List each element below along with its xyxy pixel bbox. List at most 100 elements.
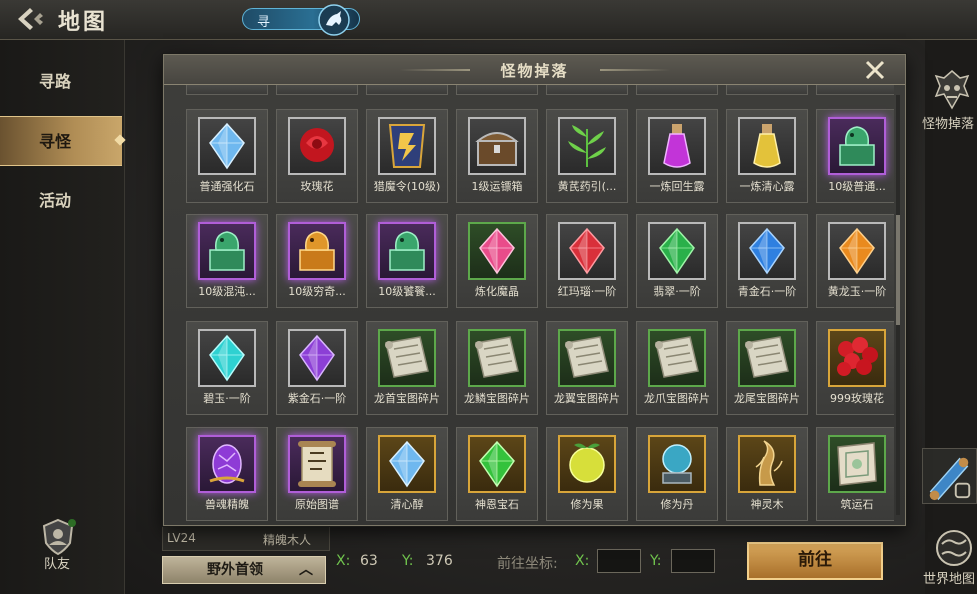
item-name: 原始图谱	[295, 498, 339, 511]
partial-item-cell[interactable]	[636, 85, 718, 95]
teammate-shield-icon[interactable]	[38, 517, 78, 557]
item-name: 筑运石	[840, 498, 874, 511]
item-name: 10级普通...	[828, 180, 886, 193]
drop-item-cell[interactable]: 神恩宝石	[456, 427, 538, 521]
sidebar-item-label: 寻路	[38, 72, 71, 91]
drop-item-cell[interactable]: 一炼回生露	[636, 109, 718, 203]
sidebar-item-pathfind[interactable]: 寻路	[0, 57, 122, 107]
fruit-icon	[569, 443, 605, 483]
drop-item-cell[interactable]: 1级运镖箱	[456, 109, 538, 203]
blue-crystal-icon	[209, 122, 245, 170]
go-button[interactable]: 前往	[747, 542, 883, 580]
drop-item-cell[interactable]: 修为丹	[636, 427, 718, 521]
drop-item-cell[interactable]: 黄龙玉·一阶	[816, 214, 894, 308]
goto-x-input[interactable]	[597, 549, 641, 573]
drop-item-cell[interactable]: 一炼清心露	[726, 109, 808, 203]
monster-target-box[interactable]: LV24 精魄木人	[162, 525, 330, 551]
coord-y-label: Y:	[402, 553, 414, 569]
goto-coord-label: 前往坐标:	[497, 556, 558, 572]
drop-item-cell[interactable]: 翡翠·一阶	[636, 214, 718, 308]
partial-item-cell[interactable]	[816, 85, 894, 95]
item-name: 999玫瑰花	[830, 392, 884, 405]
partial-item-cell[interactable]	[186, 85, 268, 95]
item-name: 10级穷奇...	[288, 285, 346, 298]
drop-item-cell[interactable]: 筑运石	[816, 427, 894, 521]
scrollbar[interactable]	[896, 95, 900, 515]
drop-item-cell[interactable]: 龙爪宝图碎片	[636, 321, 718, 415]
red-gem-icon	[569, 227, 605, 275]
close-icon[interactable]	[864, 59, 886, 81]
drop-item-cell[interactable]: 黄芪药引(...	[546, 109, 628, 203]
drop-item-cell[interactable]: 青金石·一阶	[726, 214, 808, 308]
jade-seal-icon	[389, 231, 425, 271]
partial-item-cell[interactable]	[276, 85, 358, 95]
drop-item-cell[interactable]: 10级穷奇...	[276, 214, 358, 308]
drop-item-cell[interactable]: 普通强化石	[186, 109, 268, 203]
drop-item-cell[interactable]: 碧玉·一阶	[186, 321, 268, 415]
herb-icon	[568, 125, 606, 167]
drop-item-cell[interactable]: 10级混沌...	[186, 214, 268, 308]
token-icon	[388, 124, 426, 168]
search-tab-label: 寻	[257, 15, 271, 30]
drop-item-grid[interactable]: 普通强化石 玫瑰花 猎魔令(10级) 1级运镖箱 黄芪药引(... 一炼回生露 一炼清心露 1…	[174, 85, 894, 521]
partial-item-cell[interactable]	[456, 85, 538, 95]
orange-gem-icon	[839, 227, 875, 275]
drop-item-cell[interactable]: 玫瑰花	[276, 109, 358, 203]
map-scroll-icon	[565, 336, 609, 378]
item-icon-frame	[198, 329, 256, 387]
ancient-scroll-icon	[298, 441, 336, 487]
jade-seal-icon	[209, 231, 245, 271]
back-arrow-icon[interactable]	[14, 5, 48, 33]
page-title: 地图	[58, 10, 109, 35]
partial-item-cell[interactable]	[366, 85, 448, 95]
item-name: 红玛瑙·一阶	[557, 285, 617, 298]
partial-item-cell[interactable]	[546, 85, 628, 95]
item-icon-frame	[738, 117, 796, 175]
item-name: 龙首宝图碎片	[374, 392, 440, 405]
drop-item-cell[interactable]: 龙鳞宝图碎片	[456, 321, 538, 415]
item-icon-frame	[198, 117, 256, 175]
world-map-icon[interactable]	[934, 528, 974, 568]
goto-y-input[interactable]	[671, 549, 715, 573]
chevron-up-icon: ︿	[299, 562, 313, 578]
wood-icon	[755, 440, 783, 486]
rose-bouquet-icon	[837, 337, 878, 376]
drop-item-cell[interactable]: 原始图谱	[276, 427, 358, 521]
field-boss-button[interactable]: 野外首领 ︿	[162, 556, 326, 584]
drop-item-cell[interactable]: 修为果	[546, 427, 628, 521]
drop-item-cell[interactable]: 10级普通...	[816, 109, 894, 203]
drop-item-cell[interactable]: 神灵木	[726, 427, 808, 521]
item-icon-frame	[648, 117, 706, 175]
teleport-scroll-item[interactable]	[922, 448, 977, 504]
drop-item-cell[interactable]: 清心醇	[366, 427, 448, 521]
item-name: 碧玉·一阶	[203, 392, 251, 405]
item-icon-frame	[648, 435, 706, 493]
item-icon-frame	[468, 435, 526, 493]
item-icon-frame	[648, 222, 706, 280]
item-name: 黄芪药引(...	[557, 180, 617, 193]
drop-item-cell[interactable]: 10级饕餮...	[366, 214, 448, 308]
search-tab[interactable]: 寻	[242, 4, 360, 36]
drop-item-cell[interactable]: 龙首宝图碎片	[366, 321, 448, 415]
drop-item-cell[interactable]: 999玫瑰花	[816, 321, 894, 415]
sidebar-item-label: 寻怪	[38, 132, 71, 151]
item-name: 神灵木	[750, 498, 784, 511]
drop-item-cell[interactable]: 炼化魔晶	[456, 214, 538, 308]
drop-item-cell[interactable]: 猎魔令(10级)	[366, 109, 448, 203]
partial-item-cell[interactable]	[726, 85, 808, 95]
sidebar-item-find-monster[interactable]: 寻怪	[0, 116, 122, 166]
item-name: 青金石·一阶	[737, 285, 797, 298]
monster-name: 精魄木人	[263, 533, 312, 547]
sidebar-item-activity[interactable]: 活动	[0, 176, 122, 226]
drop-item-cell[interactable]: 龙尾宝图碎片	[726, 321, 808, 415]
map-scroll-icon	[475, 336, 519, 378]
scroll-thumb[interactable]	[896, 215, 900, 325]
item-name: 兽魂精魄	[205, 498, 249, 511]
drop-item-cell[interactable]: 紫金石·一阶	[276, 321, 358, 415]
drop-item-cell[interactable]: 红玛瑙·一阶	[546, 214, 628, 308]
drop-item-cell[interactable]: 兽魂精魄	[186, 427, 268, 521]
item-icon-frame	[468, 329, 526, 387]
drop-item-cell[interactable]: 龙翼宝图碎片	[546, 321, 628, 415]
monster-skull-icon[interactable]	[930, 68, 974, 112]
item-icon-frame	[378, 329, 436, 387]
